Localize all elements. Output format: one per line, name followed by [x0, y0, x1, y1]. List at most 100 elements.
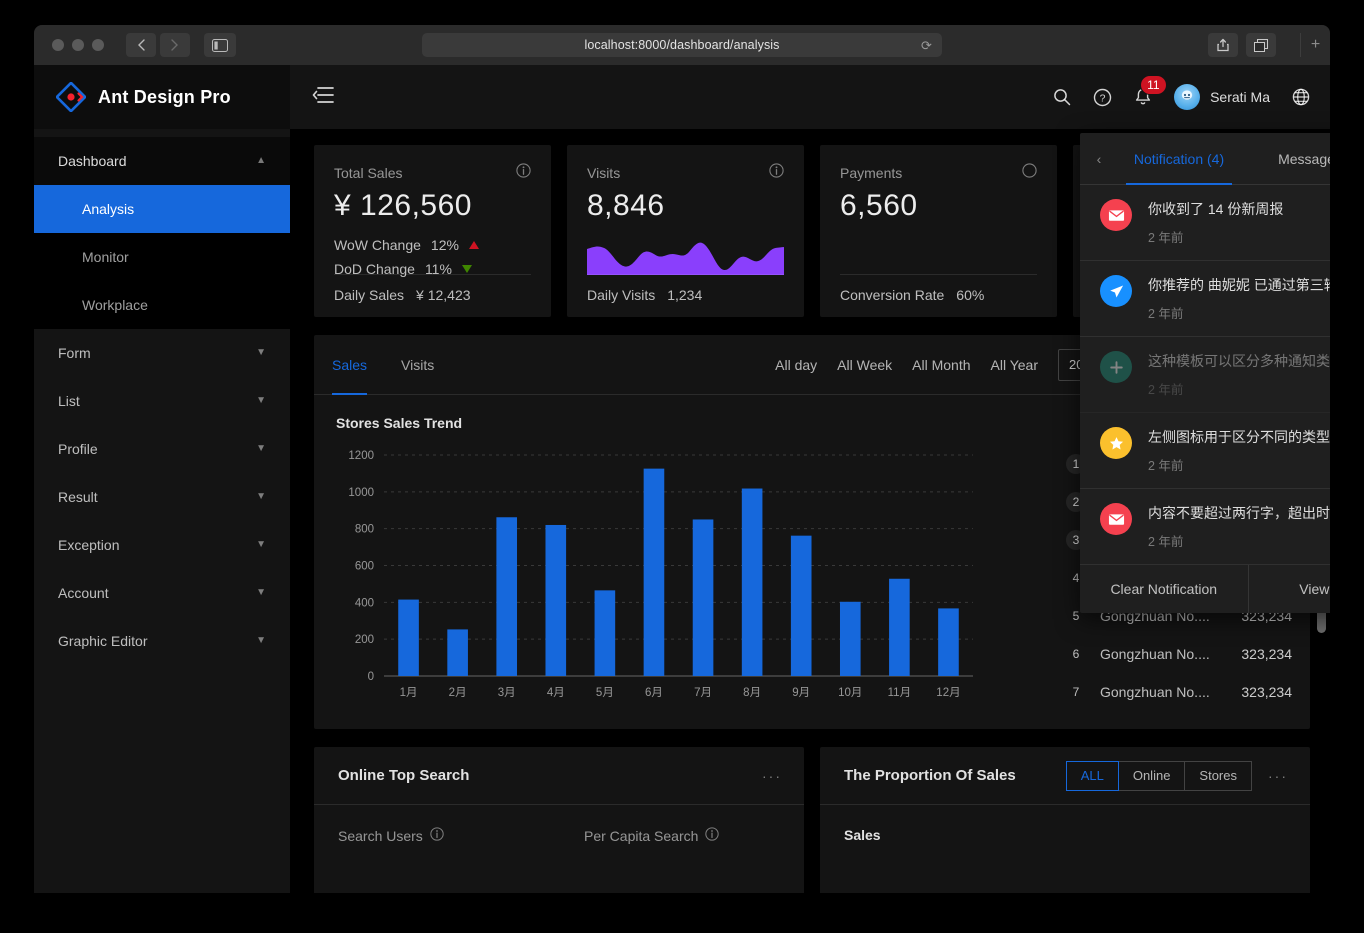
sidebar-group-label: Graphic Editor: [58, 633, 147, 649]
share-icon[interactable]: [1208, 33, 1238, 57]
segment-all[interactable]: ALL: [1066, 761, 1119, 791]
sidebar-item-monitor[interactable]: Monitor: [34, 233, 290, 281]
tab-sales[interactable]: Sales: [332, 335, 367, 395]
chevron-left-icon[interactable]: ‹: [1088, 151, 1110, 167]
ellipsis-icon[interactable]: ···: [762, 768, 782, 784]
main-column: ? 11: [290, 65, 1330, 893]
metric-label: Search Users: [338, 828, 423, 844]
sidebar-group-exception[interactable]: Exception ▼: [34, 521, 290, 569]
stat-footer: Conversion Rate 60%: [840, 274, 1037, 303]
notification-item[interactable]: 这种模板可以区分多种通知类型2 年前: [1080, 337, 1330, 413]
chevron-down-icon: ▼: [256, 636, 266, 646]
bar[interactable]: [840, 602, 861, 676]
range-link-all-month[interactable]: All Month: [912, 357, 970, 373]
sidebar-item-label: Workplace: [82, 297, 148, 313]
window-traffic-lights[interactable]: [52, 39, 104, 51]
close-window-button[interactable]: [52, 39, 64, 51]
bar[interactable]: [447, 629, 468, 676]
stat-value: ¥ 126,560: [334, 189, 531, 223]
info-circle-icon[interactable]: [516, 163, 531, 183]
star-icon: [1100, 427, 1132, 459]
svg-text:?: ?: [1100, 92, 1106, 104]
address-bar[interactable]: localhost:8000/dashboard/analysis ⟳: [422, 33, 942, 57]
notification-time: 2 年前: [1148, 303, 1330, 322]
sidebar-group-list[interactable]: List ▼: [34, 377, 290, 425]
segment-online[interactable]: Online: [1118, 761, 1186, 791]
x-axis-tick: 5月: [596, 687, 614, 699]
message-tab[interactable]: Message (3): [1248, 133, 1330, 185]
clear-notification-button[interactable]: Clear Notification: [1080, 565, 1248, 613]
sidebar-group-profile[interactable]: Profile ▼: [34, 425, 290, 473]
range-link-all-week[interactable]: All Week: [837, 357, 892, 373]
ranking-value: 323,234: [1241, 646, 1292, 662]
sidebar-group-result[interactable]: Result ▼: [34, 473, 290, 521]
chevron-up-icon: ▲: [256, 156, 266, 166]
chevron-down-icon: ▼: [256, 540, 266, 550]
back-chevron-icon[interactable]: [126, 33, 156, 57]
stat-title: Visits: [587, 165, 620, 181]
search-icon[interactable]: [1053, 88, 1071, 106]
bell-icon[interactable]: 11: [1134, 88, 1152, 107]
notification-item[interactable]: 你推荐的 曲妮妮 已通过第三轮面试2 年前: [1080, 261, 1330, 337]
bar[interactable]: [742, 489, 763, 676]
sidebar-item-analysis[interactable]: Analysis: [34, 185, 290, 233]
notification-list: 你收到了 14 份新周报2 年前你推荐的 曲妮妮 已通过第三轮面试2 年前这种模…: [1080, 185, 1330, 565]
x-axis-tick: 4月: [547, 687, 565, 699]
maximize-window-button[interactable]: [92, 39, 104, 51]
browser-window: localhost:8000/dashboard/analysis ⟳ +: [34, 25, 1330, 893]
sidebar-group-label: Account: [58, 585, 109, 601]
notification-item[interactable]: 你收到了 14 份新周报2 年前: [1080, 185, 1330, 261]
y-axis-tick: 800: [355, 524, 374, 536]
notification-title: 你收到了 14 份新周报: [1148, 199, 1330, 220]
trend-up-icon: [469, 241, 479, 249]
tab-visits[interactable]: Visits: [401, 335, 434, 395]
sidebar-group-dashboard[interactable]: Dashboard ▲: [34, 137, 290, 185]
reload-icon[interactable]: ⟳: [921, 38, 932, 54]
info-circle-icon[interactable]: [769, 163, 784, 183]
question-circle-icon[interactable]: ?: [1093, 88, 1112, 107]
info-circle-icon[interactable]: [705, 827, 719, 844]
sidebar-group-account[interactable]: Account ▼: [34, 569, 290, 617]
bar[interactable]: [693, 519, 714, 676]
notification-item[interactable]: 左侧图标用于区分不同的类型2 年前: [1080, 413, 1330, 489]
info-circle-icon[interactable]: [430, 827, 444, 844]
range-link-all-year[interactable]: All Year: [991, 357, 1038, 373]
notification-item[interactable]: 内容不要超过两行字，超出时自动截断2 年前: [1080, 489, 1330, 565]
notification-tab[interactable]: Notification (4): [1110, 133, 1248, 185]
address-bar-text: localhost:8000/dashboard/analysis: [584, 38, 779, 52]
segment-stores[interactable]: Stores: [1184, 761, 1252, 791]
minimize-window-button[interactable]: [72, 39, 84, 51]
menu-fold-icon[interactable]: [312, 86, 334, 109]
sidebar-item-workplace[interactable]: Workplace: [34, 281, 290, 329]
card-title: The Proportion Of Sales: [844, 767, 1016, 784]
sidebar-group-graphic-editor[interactable]: Graphic Editor ▼: [34, 617, 290, 665]
bar[interactable]: [496, 517, 517, 676]
bar[interactable]: [791, 536, 812, 676]
bar[interactable]: [545, 525, 566, 676]
forward-chevron-icon[interactable]: [160, 33, 190, 57]
trend-value: 12%: [431, 233, 459, 257]
ranking-row: 7Gongzhuan No....323,234: [1066, 673, 1292, 711]
metric-per-capita-search: Per Capita Search: [584, 827, 719, 844]
user-menu[interactable]: Serati Ma: [1174, 84, 1270, 110]
chevron-down-icon: ▼: [256, 348, 266, 358]
new-tab-button[interactable]: +: [1300, 33, 1330, 57]
bar[interactable]: [644, 469, 665, 676]
view-more-button[interactable]: View more: [1248, 565, 1331, 613]
stat-value: 6,560: [840, 189, 1037, 223]
bar[interactable]: [595, 590, 616, 676]
bar[interactable]: [938, 608, 959, 676]
plus-icon: [1100, 351, 1132, 383]
notification-text: 这种模板可以区分多种通知类型2 年前: [1148, 351, 1330, 398]
bar[interactable]: [398, 600, 419, 676]
toggle-sidebar-icon[interactable]: [204, 33, 236, 57]
globe-icon[interactable]: [1292, 88, 1310, 106]
tabs-overview-icon[interactable]: [1246, 33, 1276, 57]
sidebar-group-form[interactable]: Form ▼: [34, 329, 290, 377]
range-link-all-day[interactable]: All day: [775, 357, 817, 373]
bar[interactable]: [889, 579, 910, 676]
info-circle-icon[interactable]: [1022, 163, 1037, 183]
ellipsis-icon[interactable]: ···: [1268, 768, 1288, 784]
brand-logo-area[interactable]: Ant Design Pro: [34, 65, 290, 129]
proportion-segmented-control[interactable]: ALL Online Stores: [1067, 761, 1252, 791]
